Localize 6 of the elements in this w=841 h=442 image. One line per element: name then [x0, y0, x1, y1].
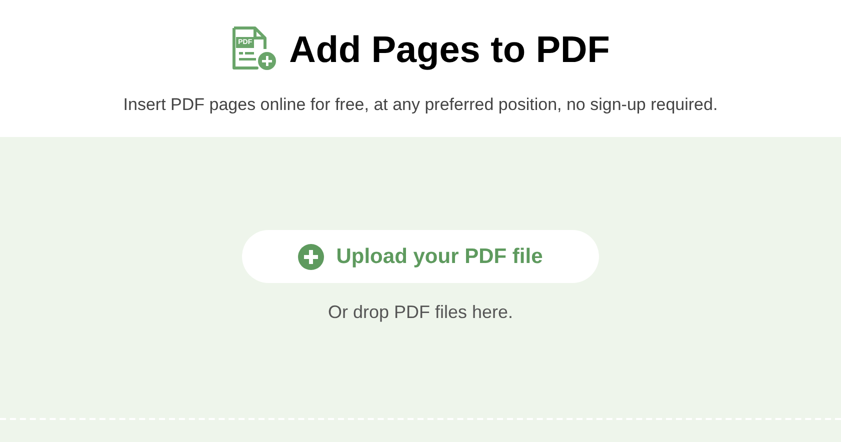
page-title: Add Pages to PDF	[289, 30, 610, 68]
page-subtitle: Insert PDF pages online for free, at any preferred position, no sign-up required.	[123, 94, 718, 116]
drop-hint: Or drop PDF files here.	[328, 301, 514, 324]
upload-button[interactable]: Upload your PDF file	[242, 230, 599, 283]
plus-icon	[298, 244, 324, 270]
document-icon	[231, 26, 278, 72]
